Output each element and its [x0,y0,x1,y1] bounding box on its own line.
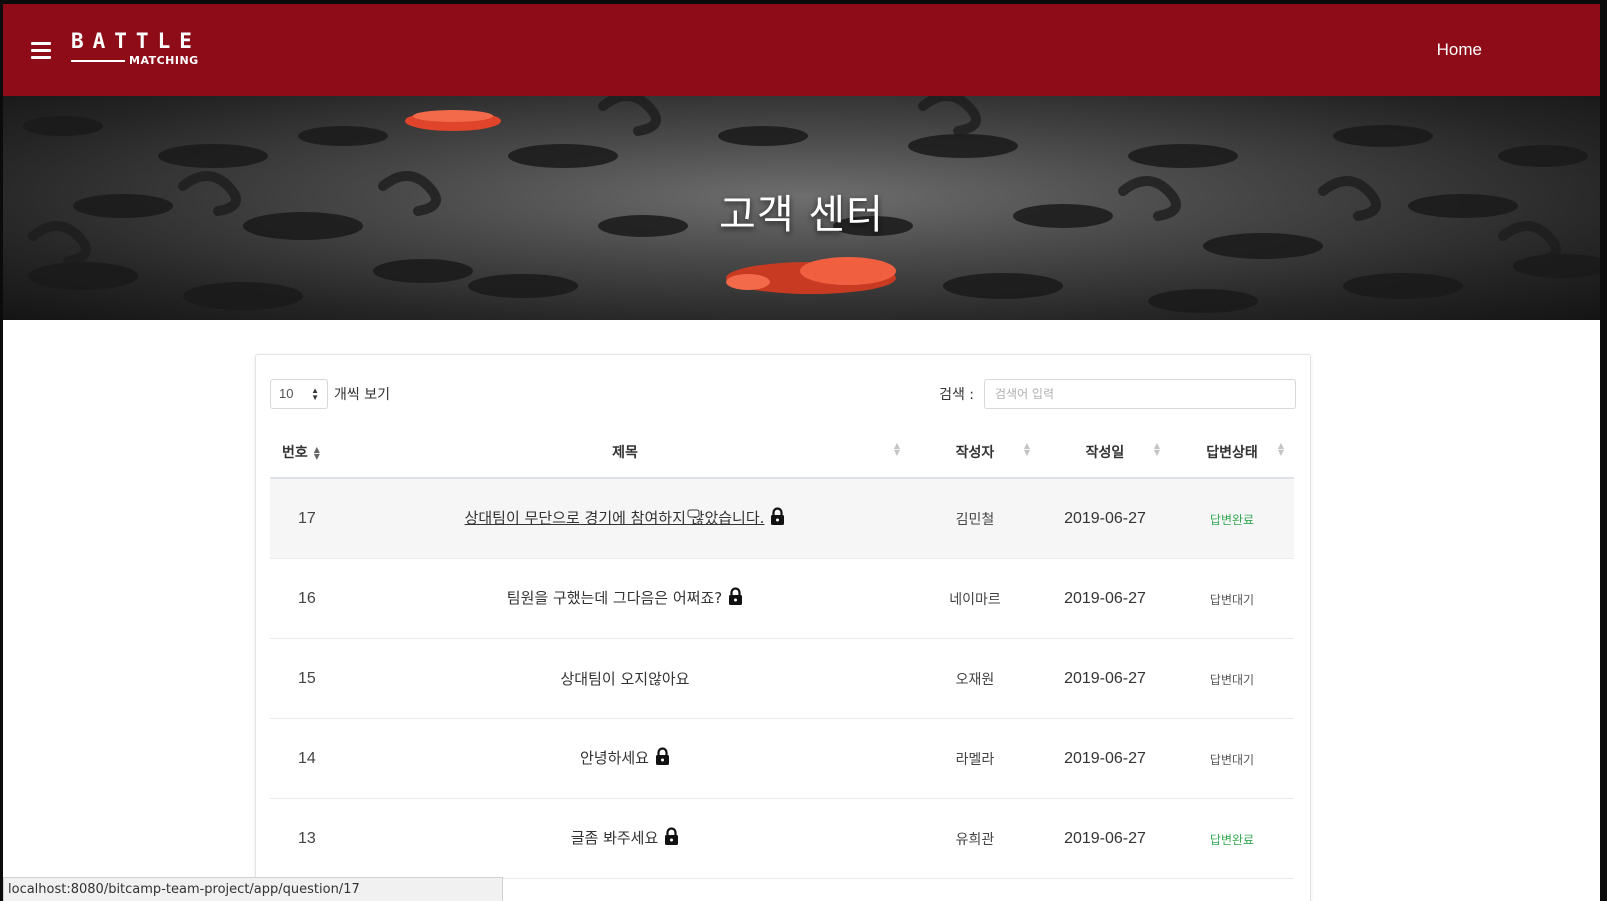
sort-icon: ▲ ▼ [1277,441,1284,457]
row-title-cell: 상대팀이 무단으로 경기에 참여하지 않았습니다. [340,478,910,559]
status-badge: 답변대기 [1209,752,1255,767]
row-title-link[interactable]: 팀원을 구했는데 그다음은 어쩌죠? [507,589,722,607]
brand-logo-bottom: MATCHING [129,54,199,67]
header-date[interactable]: 작성일 ▲ ▼ [1040,427,1170,479]
row-title-link[interactable]: 안녕하세요 [580,749,649,767]
row-number: 13 [270,798,340,879]
menu-icon[interactable] [31,42,51,59]
table-row[interactable]: 13 글좀 봐주세요 유희관 2019-06-27 답변완료 [270,798,1294,879]
row-status-cell: 답변대기 [1170,718,1294,799]
page-length-control: 10 ▲ ▼ 개씩 보기 [270,379,390,409]
sort-icon: ▲ ▼ [313,445,320,461]
row-date: 2019-06-27 [1040,718,1170,799]
header-status[interactable]: 답변상태 ▲ ▼ [1170,427,1294,479]
row-date: 2019-06-27 [1040,638,1170,719]
row-date: 2019-06-27 [1040,798,1170,879]
board-card: 10 ▲▼ 개씩 보기 검색 : 번호▲▼ [255,354,1311,901]
lock-icon [770,507,785,530]
status-badge: 답변완료 [1209,512,1255,527]
mouse-cursor-icon [687,509,700,518]
row-author: 라멜라 [910,718,1040,799]
status-badge: 답변대기 [1209,592,1255,607]
status-badge: 답변대기 [1209,672,1255,687]
row-status-cell: 답변완료 [1170,798,1294,879]
browser-status-bar: localhost:8080/bitcamp-team-project/app/… [3,877,503,901]
select-arrows-icon: ▲ ▼ [311,386,319,402]
page-length-select[interactable]: 10 ▲ ▼ [270,379,328,409]
nav-home-link[interactable]: Home [1437,40,1482,60]
lock-icon [728,587,743,610]
table-header-row: 번호 ▲ ▼ 제목 ▲ ▼ 작성자 ▲ ▼ 작성일 ▲ ▼ 답변상태 ▲ ▼ [270,427,1294,479]
page-title: 고객 센터 [719,192,884,238]
row-author: 오재원 [910,638,1040,719]
search-control: 검색 : [939,379,1296,409]
brand-logo-top: BATTLE [71,29,201,53]
lock-icon [664,827,679,850]
brand-logo[interactable]: BATTLE MATCHING [71,30,211,67]
row-title-link[interactable]: 상대팀이 무단으로 경기에 참여하지 않았습니다. [465,509,765,527]
search-input[interactable] [984,379,1296,409]
page-length-label: 개씩 보기 [334,387,390,403]
row-title-cell: 상대팀이 오지않아요 [340,638,910,719]
row-status-cell: 답변완료 [1170,478,1294,559]
row-author: 유희관 [910,798,1040,879]
table-row[interactable]: 14 안녕하세요 라멜라 2019-06-27 답변대기 [270,718,1294,799]
row-status-cell: 답변대기 [1170,558,1294,639]
row-number: 15 [270,638,340,719]
row-title-cell: 팀원을 구했는데 그다음은 어쩌죠? [340,558,910,639]
table-row[interactable]: 15 상대팀이 오지않아요 오재원 2019-06-27 답변대기 [270,638,1294,719]
row-title-link[interactable]: 글좀 봐주세요 [571,829,659,847]
brand-logo-line [71,59,125,62]
sort-icon: ▲ ▼ [1023,441,1030,457]
row-number: 17 [270,478,340,559]
row-date: 2019-06-27 [1040,478,1170,559]
row-title-link[interactable]: 상대팀이 오지않아요 [561,670,690,688]
header-title[interactable]: 제목 ▲ ▼ [340,427,910,479]
header-author[interactable]: 작성자 ▲ ▼ [910,427,1040,479]
sort-icon: ▲ ▼ [1153,441,1160,457]
sort-icon: ▲ ▼ [893,441,900,457]
lock-icon [655,747,670,770]
hero-banner: 고객 센터 [3,96,1600,320]
row-number: 14 [270,718,340,799]
search-label: 검색 : [939,387,974,403]
question-table: 번호 ▲ ▼ 제목 ▲ ▼ 작성자 ▲ ▼ 작성일 ▲ ▼ 답변상태 ▲ ▼ 17 [270,427,1294,879]
top-navbar: BATTLE MATCHING Home [3,4,1600,96]
page-length-value: 10 [279,386,294,401]
row-status-cell: 답변대기 [1170,638,1294,719]
browser-viewport: BATTLE MATCHING Home 고객 센터 10 ▲ ▼ 개씩 보기 … [3,4,1600,901]
table-row[interactable]: 16 팀원을 구했는데 그다음은 어쩌죠? 네이마르 2019-06-27 답변대기 [270,558,1294,639]
row-author: 네이마르 [910,558,1040,639]
table-body: 17 상대팀이 무단으로 경기에 참여하지 않았습니다. 김민철 2019-06-27… [270,478,1294,879]
row-number: 16 [270,558,340,639]
status-badge: 답변완료 [1209,832,1255,847]
row-date: 2019-06-27 [1040,558,1170,639]
row-title-cell: 글좀 봐주세요 [340,798,910,879]
table-row[interactable]: 17 상대팀이 무단으로 경기에 참여하지 않았습니다. 김민철 2019-06-27… [270,478,1294,559]
header-number[interactable]: 번호 ▲ ▼ [270,427,340,479]
row-author: 김민철 [910,478,1040,559]
row-title-cell: 안녕하세요 [340,718,910,799]
